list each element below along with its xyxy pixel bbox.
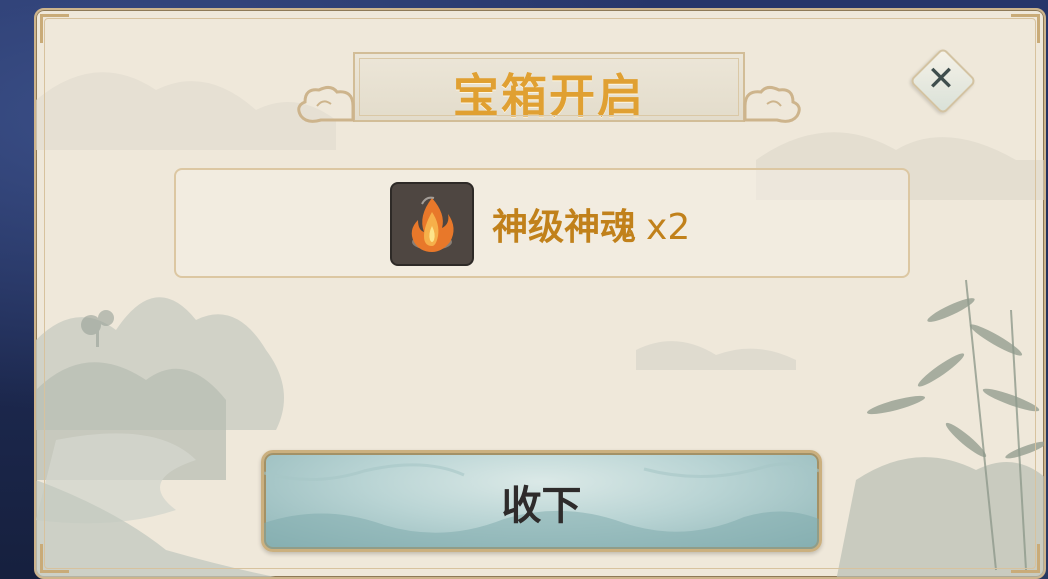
reward-item-label: 神级神魂 x2: [492, 198, 690, 250]
collect-button-label: 收下: [501, 483, 582, 529]
reward-item-slot[interactable]: [390, 182, 474, 266]
frame-corner-ornament: [1011, 544, 1040, 573]
collect-button[interactable]: 收下: [261, 450, 822, 552]
reward-item-name: 神级神魂: [492, 207, 637, 248]
dialog-title: 宝箱开启: [453, 69, 645, 123]
chest-open-dialog: 宝箱开启 ✕ 神级神魂 x2 收下: [34, 8, 1046, 579]
close-icon: ✕: [926, 59, 956, 99]
reward-panel: 神级神魂 x2: [174, 168, 910, 278]
frame-corner-ornament: [40, 544, 69, 573]
cloud-ornament-icon: [743, 85, 801, 123]
cloud-ornament-icon: [297, 85, 355, 123]
close-button[interactable]: ✕: [909, 47, 977, 115]
frame-corner-ornament: [40, 14, 69, 43]
title-banner: 宝箱开启: [297, 52, 801, 123]
soul-flame-icon: [411, 196, 454, 252]
reward-item-count: x2: [646, 207, 691, 248]
frame-corner-ornament: [1011, 14, 1040, 43]
